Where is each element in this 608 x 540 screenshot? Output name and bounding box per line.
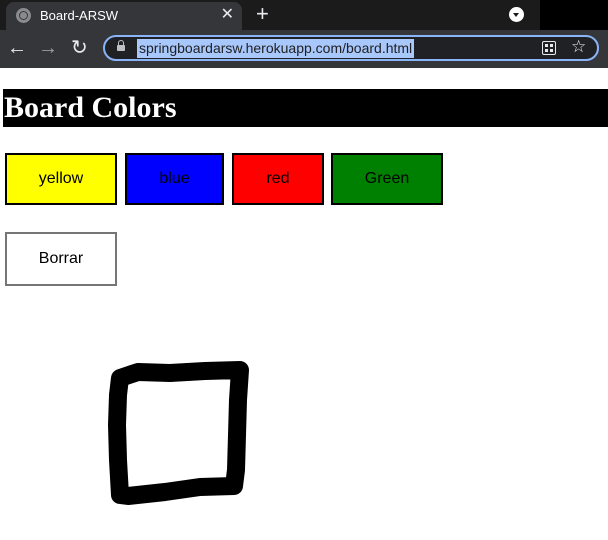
drawn-stroke [108, 361, 249, 505]
tab-search-icon[interactable] [509, 7, 524, 22]
window-controls-area [540, 0, 608, 30]
back-arrow-icon[interactable]: ← [7, 36, 27, 60]
color-button-green[interactable]: Green [331, 153, 443, 205]
page-title: Board Colors [4, 91, 177, 124]
reload-icon[interactable]: ↻ [71, 36, 88, 60]
browser-tab[interactable]: Board-ARSW ✕ [6, 2, 242, 30]
address-bar[interactable]: springboardarsw.herokuapp.com/board.html… [103, 35, 599, 61]
browser-tab-strip: Board-ARSW ✕ + [0, 0, 608, 30]
close-icon[interactable]: ✕ [221, 6, 234, 24]
color-button-yellow[interactable]: yellow [5, 153, 117, 205]
apps-icon[interactable] [542, 41, 556, 55]
page-header: Board Colors [3, 89, 608, 127]
drawing-canvas[interactable] [0, 300, 608, 540]
globe-icon [16, 8, 31, 23]
clear-button[interactable]: Borrar [5, 232, 117, 286]
plus-icon[interactable]: + [256, 2, 269, 26]
tab-title: Board-ARSW [40, 8, 119, 23]
color-button-red[interactable]: red [232, 153, 324, 205]
browser-toolbar: ← → ↻ springboardarsw.herokuapp.com/boar… [0, 30, 608, 68]
color-button-blue[interactable]: blue [125, 153, 224, 205]
url-text[interactable]: springboardarsw.herokuapp.com/board.html [137, 39, 415, 58]
star-icon[interactable]: ☆ [571, 37, 586, 57]
lock-icon[interactable] [117, 40, 125, 52]
forward-arrow-icon[interactable]: → [38, 36, 58, 60]
